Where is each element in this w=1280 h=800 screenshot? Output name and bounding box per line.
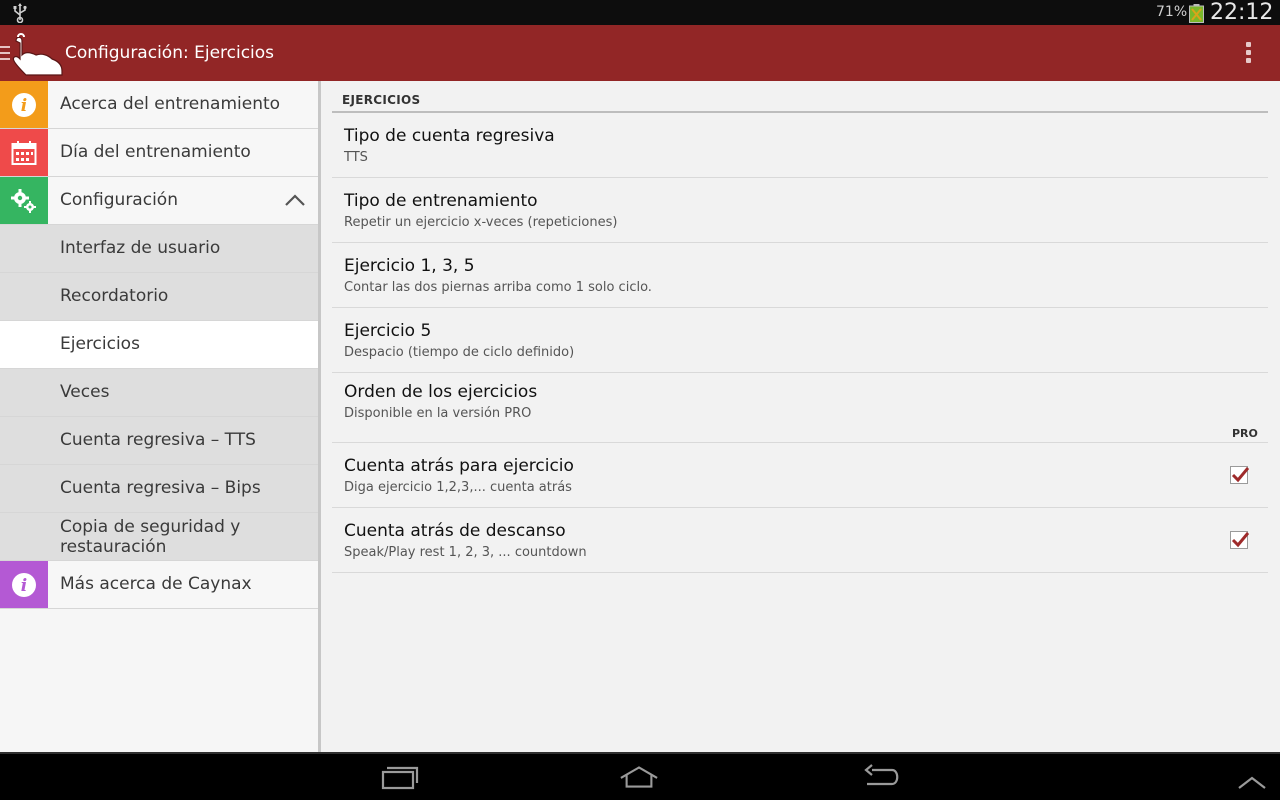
info-icon: i (12, 572, 36, 597)
pref-ejercicio-5[interactable]: Ejercicio 5 Despacio (tiempo de ciclo de… (332, 308, 1268, 373)
checkbox[interactable] (1230, 531, 1250, 549)
nav-subitem-ejercicios[interactable]: Ejercicios (0, 321, 318, 369)
overflow-menu-button[interactable] (1238, 39, 1258, 67)
pref-summary: Diga ejercicio 1,2,3,... cuenta atrás (344, 480, 572, 495)
nav-item-label: Día del entrenamiento (60, 142, 251, 162)
nav-item-dia-entrenamiento[interactable]: Día del entrenamiento (0, 129, 318, 177)
nav-subitem-veces[interactable]: Veces (0, 369, 318, 417)
pref-summary: Contar las dos piernas arriba como 1 sol… (344, 280, 652, 295)
chevron-up-icon[interactable] (1236, 770, 1276, 796)
usb-icon (13, 3, 27, 23)
nav-subitem-recordatorio[interactable]: Recordatorio (0, 273, 318, 321)
checkmark-icon (1231, 467, 1250, 483)
nav-item-label: Acerca del entrenamiento (60, 94, 281, 114)
nav-item-label: Veces (60, 382, 110, 402)
chevron-up-icon[interactable] (284, 193, 306, 207)
nav-item-configuracion[interactable]: Configuración (0, 177, 318, 225)
nav-item-label: Más acerca de Caynax (60, 574, 252, 594)
nav-bar-divider (0, 752, 1280, 754)
nav-icon-box (0, 129, 48, 176)
battery-icon (1189, 4, 1204, 23)
nav-icon-box (0, 177, 48, 224)
nav-icon-box: i (0, 81, 48, 128)
pref-summary: Repetir un ejercicio x-veces (repeticion… (344, 215, 618, 230)
recent-apps-icon[interactable] (380, 764, 420, 790)
system-nav-bar (0, 752, 1280, 800)
status-bar: 71% 22:12 (0, 0, 1280, 25)
pref-title: Tipo de cuenta regresiva (344, 126, 555, 146)
pref-summary: TTS (344, 150, 368, 165)
pref-tipo-entrenamiento[interactable]: Tipo de entrenamiento Repetir un ejercic… (332, 178, 1268, 243)
app-logo-hand-icon[interactable] (10, 31, 64, 77)
preferences-panel: EJERCICIOS Tipo de cuenta regresiva TTS … (321, 81, 1280, 752)
pref-summary: Disponible en la versión PRO (344, 406, 532, 421)
nav-subitem-copia-seguridad[interactable]: Copia de seguridad y restauración (0, 513, 318, 561)
pref-summary: Despacio (tiempo de ciclo definido) (344, 345, 575, 360)
pref-title: Ejercicio 5 (344, 321, 432, 341)
nav-item-label: Ejercicios (60, 334, 140, 354)
pref-tipo-cuenta-regresiva[interactable]: Tipo de cuenta regresiva TTS (332, 113, 1268, 178)
nav-icon-box: i (0, 561, 48, 608)
battery-percent: 71% (1156, 4, 1188, 20)
page-title: Configuración: Ejercicios (65, 43, 275, 63)
navigation-drawer: i Acerca del entrenamiento Día del entre… (0, 81, 318, 752)
section-header: EJERCICIOS (342, 93, 421, 107)
checkmark-icon (1231, 532, 1250, 548)
overflow-dot-icon (1245, 42, 1251, 47)
nav-subitem-interfaz-usuario[interactable]: Interfaz de usuario (0, 225, 318, 273)
nav-item-label: Cuenta regresiva – Bips (60, 478, 261, 498)
svg-text:i: i (21, 576, 27, 596)
nav-item-label: Copia de seguridad y restauración (60, 517, 241, 557)
pref-title: Cuenta atrás de descanso (344, 521, 566, 541)
pref-summary: Speak/Play rest 1, 2, 3, ... countdown (344, 545, 587, 560)
nav-subitem-cuenta-regresiva-tts[interactable]: Cuenta regresiva – TTS (0, 417, 318, 465)
clock: 22:12 (1210, 0, 1274, 25)
info-icon: i (12, 92, 36, 117)
action-bar: Configuración: Ejercicios (0, 25, 1280, 81)
overflow-dot-icon (1245, 58, 1251, 63)
pref-orden-ejercicios[interactable]: Orden de los ejercicios Disponible en la… (332, 373, 1268, 443)
nav-item-label: Interfaz de usuario (60, 238, 221, 258)
pref-title: Cuenta atrás para ejercicio (344, 456, 574, 476)
checkbox[interactable] (1230, 466, 1250, 484)
home-icon[interactable] (619, 764, 659, 790)
svg-text:i: i (21, 96, 27, 116)
overflow-dot-icon (1245, 50, 1251, 55)
pref-ejercicio-1-3-5[interactable]: Ejercicio 1, 3, 5 Contar las dos piernas… (332, 243, 1268, 308)
gears-icon (11, 188, 36, 213)
nav-subitem-cuenta-regresiva-bips[interactable]: Cuenta regresiva – Bips (0, 465, 318, 513)
nav-item-label: Configuración (60, 190, 178, 210)
pref-title: Tipo de entrenamiento (344, 191, 538, 211)
nav-item-acerca-entrenamiento[interactable]: i Acerca del entrenamiento (0, 81, 318, 129)
nav-item-label: Cuenta regresiva – TTS (60, 430, 256, 450)
back-icon[interactable] (862, 764, 902, 790)
pref-title: Orden de los ejercicios (344, 382, 538, 402)
pref-cuenta-atras-descanso[interactable]: Cuenta atrás de descanso Speak/Play rest… (332, 508, 1268, 573)
pro-badge: PRO (1232, 427, 1258, 440)
nav-item-label: Recordatorio (60, 286, 169, 306)
nav-item-mas-acerca-caynax[interactable]: i Más acerca de Caynax (0, 561, 318, 609)
pref-cuenta-atras-ejercicio[interactable]: Cuenta atrás para ejercicio Diga ejercic… (332, 443, 1268, 508)
pref-title: Ejercicio 1, 3, 5 (344, 256, 475, 276)
calendar-icon (11, 140, 37, 165)
